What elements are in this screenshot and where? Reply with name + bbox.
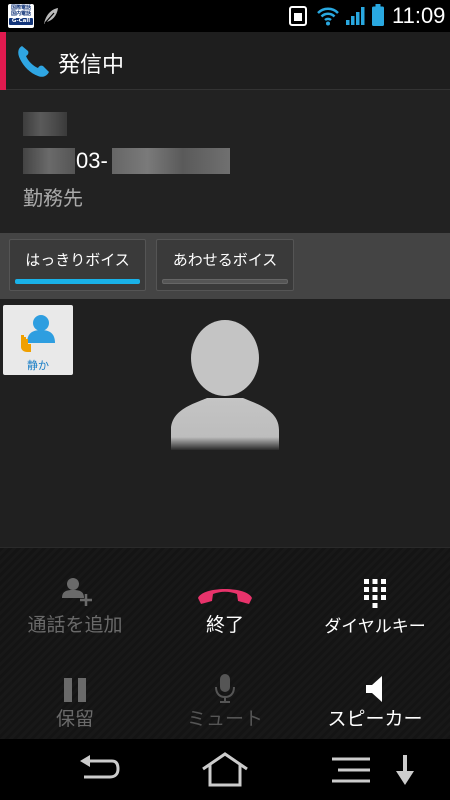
end-call-button[interactable]: 終了 xyxy=(150,548,300,644)
phone-handset-icon xyxy=(18,46,49,77)
hang-up-icon xyxy=(198,589,252,604)
hold-label: 保留 xyxy=(55,708,94,730)
microphone-icon xyxy=(215,674,235,703)
dialpad-icon xyxy=(364,579,386,608)
battery-icon xyxy=(372,4,384,26)
navigation-bar xyxy=(0,739,450,800)
number-type-label: 勤務先 xyxy=(23,186,83,210)
clear-voice-active-indicator xyxy=(15,279,140,284)
contact-info: 03- 勤務先 xyxy=(0,90,450,233)
call-controls: 通話を追加 終了 ダイヤルキー 保留 ミュート スピーカー xyxy=(0,547,450,739)
wifi-icon xyxy=(317,7,339,26)
match-voice-button[interactable]: あわせるボイス xyxy=(156,239,294,291)
sim-icon xyxy=(289,6,307,26)
voice-mode-bar: はっきりボイス あわせるボイス xyxy=(0,233,450,299)
phone-number: 03- xyxy=(76,148,108,173)
speaker-label: スピーカー xyxy=(327,708,423,730)
clear-voice-label: はっきりボイス xyxy=(25,251,130,269)
clear-voice-button[interactable]: はっきりボイス xyxy=(9,239,146,291)
quiet-label: 静か xyxy=(27,359,49,372)
end-call-label: 終了 xyxy=(205,614,244,636)
contact-name-redacted xyxy=(23,112,67,136)
status-bar: 国際電話 国内電話 G-Call 11:09 xyxy=(0,0,450,32)
speaker-icon xyxy=(366,676,382,702)
match-voice-indicator xyxy=(162,279,288,284)
status-clock: 11:09 xyxy=(392,3,446,28)
phone-number-redacted-suffix xyxy=(112,148,230,174)
mute-button[interactable]: ミュート xyxy=(150,644,300,740)
default-avatar-icon xyxy=(171,320,279,450)
signal-icon xyxy=(346,7,365,25)
add-person-icon xyxy=(62,578,92,606)
g-call-app-icon: 国際電話 国内電話 G-Call xyxy=(8,4,34,28)
call-header: 発信中 xyxy=(0,32,450,90)
match-voice-label: あわせるボイス xyxy=(172,251,278,269)
menu-icon[interactable] xyxy=(330,755,372,785)
dialpad-label: ダイヤルキー xyxy=(324,617,426,637)
quiet-person-icon xyxy=(21,315,55,352)
caller-avatar-area: 静か xyxy=(0,299,450,547)
back-icon[interactable] xyxy=(76,753,120,787)
phone-number-redacted-prefix xyxy=(23,148,75,174)
mute-label: ミュート xyxy=(186,708,263,730)
header-accent-bar xyxy=(0,32,6,90)
leaf-icon xyxy=(44,8,58,24)
app-logo-line2: 国内電話 xyxy=(10,11,31,17)
add-call-button[interactable]: 通話を追加 xyxy=(0,548,150,644)
app-logo-brand: G-Call xyxy=(9,18,33,25)
speaker-button[interactable]: スピーカー xyxy=(300,644,450,740)
call-status-title: 発信中 xyxy=(58,53,125,78)
dialpad-button[interactable]: ダイヤルキー xyxy=(300,548,450,644)
hold-button[interactable]: 保留 xyxy=(0,644,150,740)
add-call-label: 通話を追加 xyxy=(27,614,123,636)
home-icon[interactable] xyxy=(200,751,250,789)
pause-icon xyxy=(64,678,86,702)
quiet-button[interactable]: 静か xyxy=(3,305,73,375)
arrow-down-icon[interactable] xyxy=(393,753,417,787)
